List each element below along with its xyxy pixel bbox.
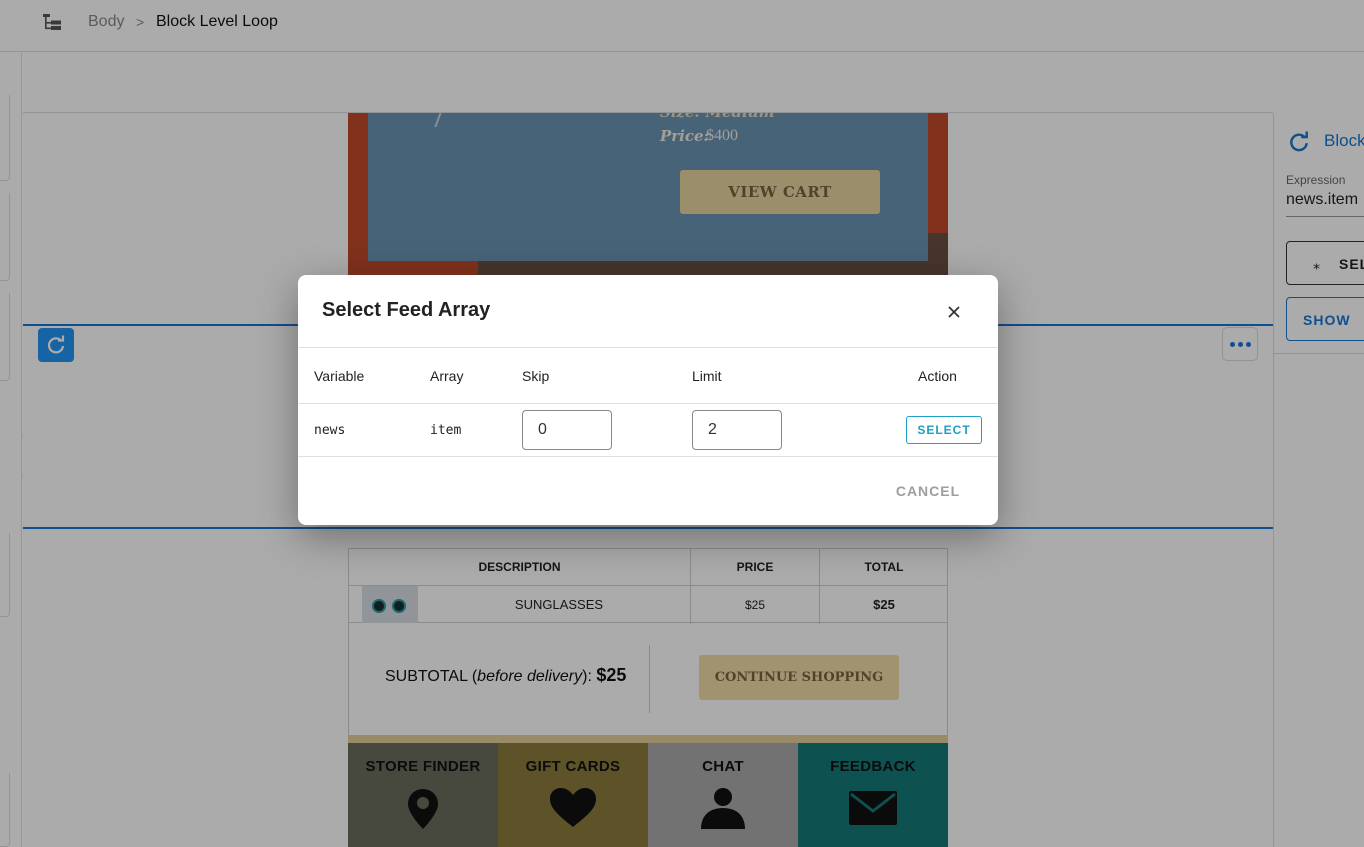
column-header-variable: Variable [314, 368, 365, 384]
row-variable: news [314, 423, 346, 438]
column-header-action: Action [918, 368, 957, 384]
dialog-title: Select Feed Array [322, 299, 491, 321]
column-header-skip: Skip [522, 368, 550, 384]
select-feed-array-dialog: Select Feed Array Variable Array Skip Li… [298, 275, 998, 525]
table-row-divider [298, 403, 998, 404]
table-row-divider [298, 456, 998, 457]
cancel-button[interactable]: CANCEL [883, 480, 973, 502]
row-array: item [430, 423, 462, 438]
column-header-array: Array [430, 368, 464, 384]
column-header-limit: Limit [692, 368, 722, 384]
skip-input[interactable] [522, 410, 612, 450]
limit-input[interactable] [692, 410, 782, 450]
close-dialog-button[interactable] [943, 301, 965, 323]
close-icon [948, 306, 960, 318]
select-row-button[interactable]: SELECT [906, 416, 982, 444]
dialog-divider [298, 347, 998, 348]
